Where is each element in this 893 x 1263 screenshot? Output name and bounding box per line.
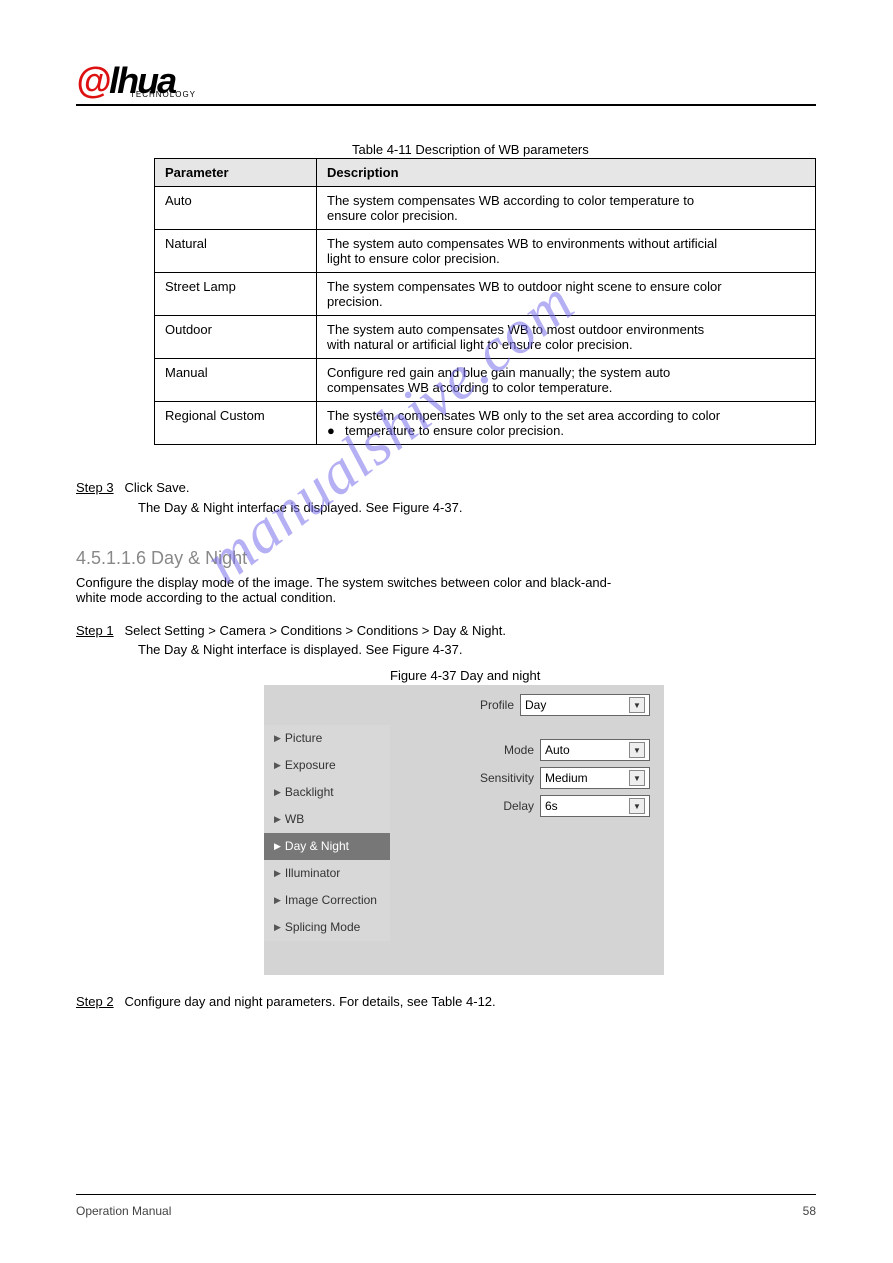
cell: The system auto compensates WB to most o… xyxy=(317,316,816,359)
table-row: OutdoorThe system auto compensates WB to… xyxy=(155,316,816,359)
sidebar-item-day-night[interactable]: ▶Day & Night xyxy=(264,833,390,860)
footer-left: Operation Manual xyxy=(76,1204,171,1218)
logo-a: @ xyxy=(76,60,109,101)
footer-rule xyxy=(76,1194,816,1195)
sidebar-item-illuminator[interactable]: ▶Illuminator xyxy=(264,860,390,887)
step-1: Step 1 Select Setting > Camera > Conditi… xyxy=(76,623,506,638)
cell: Configure red gain and blue gain manuall… xyxy=(317,359,816,402)
th-description: Description xyxy=(317,159,816,187)
sensitivity-label: Sensitivity xyxy=(480,771,534,785)
cell: Street Lamp xyxy=(155,273,317,316)
wb-params-table: Parameter Description AutoThe system com… xyxy=(154,158,816,445)
table-row: Street LampThe system compensates WB to … xyxy=(155,273,816,316)
mode-select[interactable]: Auto▼ xyxy=(540,739,650,761)
sidebar-item-backlight[interactable]: ▶Backlight xyxy=(264,779,390,806)
cell: The system compensates WB only to the se… xyxy=(317,402,816,445)
step-1-body: The Day & Night interface is displayed. … xyxy=(138,642,462,657)
chevron-down-icon: ▼ xyxy=(629,742,645,758)
sidebar: ▶Picture ▶Exposure ▶Backlight ▶WB ▶Day &… xyxy=(264,725,390,941)
footer-right: 58 xyxy=(803,1204,816,1218)
chevron-down-icon: ▼ xyxy=(629,770,645,786)
th-parameter: Parameter xyxy=(155,159,317,187)
profile-select[interactable]: Day▼ xyxy=(520,694,650,716)
step-3: Step 3 Click Save. xyxy=(76,480,189,495)
mode-label: Mode xyxy=(504,743,534,757)
cell: The system compensates WB to outdoor nig… xyxy=(317,273,816,316)
triangle-icon: ▶ xyxy=(274,841,281,852)
figure-caption: Figure 4-37 Day and night xyxy=(390,668,540,683)
panel-header-row: Profile Day▼ xyxy=(264,685,664,725)
triangle-icon: ▶ xyxy=(274,868,281,879)
cell: The system auto compensates WB to enviro… xyxy=(317,230,816,273)
cell: The system compensates WB according to c… xyxy=(317,187,816,230)
sensitivity-select[interactable]: Medium▼ xyxy=(540,767,650,789)
footer: Operation Manual 58 xyxy=(76,1204,816,1218)
cell: Manual xyxy=(155,359,317,402)
sidebar-item-picture[interactable]: ▶Picture xyxy=(264,725,390,752)
delay-label: Delay xyxy=(503,799,534,813)
table-row: Regional CustomThe system compensates WB… xyxy=(155,402,816,445)
sidebar-item-exposure[interactable]: ▶Exposure xyxy=(264,752,390,779)
fields-column: Mode Auto▼ Sensitivity Medium▼ Delay 6s▼ xyxy=(390,725,664,941)
chevron-down-icon: ▼ xyxy=(629,798,645,814)
logo-subtitle: TECHNOLOGY xyxy=(130,90,196,99)
delay-select[interactable]: 6s▼ xyxy=(540,795,650,817)
table-row: NaturalThe system auto compensates WB to… xyxy=(155,230,816,273)
table-row: AutoThe system compensates WB according … xyxy=(155,187,816,230)
triangle-icon: ▶ xyxy=(274,760,281,771)
triangle-icon: ▶ xyxy=(274,733,281,744)
table-row: ManualConfigure red gain and blue gain m… xyxy=(155,359,816,402)
panel-content: ▶Picture ▶Exposure ▶Backlight ▶WB ▶Day &… xyxy=(264,725,664,941)
step-3-body: The Day & Night interface is displayed. … xyxy=(138,500,462,515)
settings-panel: Profile Day▼ ▶Picture ▶Exposure ▶Backlig… xyxy=(264,685,664,975)
cell: Outdoor xyxy=(155,316,317,359)
cell: Auto xyxy=(155,187,317,230)
section-intro: Configure the display mode of the image.… xyxy=(76,575,816,605)
sidebar-item-wb[interactable]: ▶WB xyxy=(264,806,390,833)
page: @lhua TECHNOLOGY Table 4-11 Description … xyxy=(0,0,893,1263)
step-2: Step 2 Configure day and night parameter… xyxy=(76,994,496,1009)
header-rule xyxy=(76,104,816,106)
profile-label: Profile xyxy=(480,698,514,712)
triangle-icon: ▶ xyxy=(274,787,281,798)
table-caption: Table 4-11 Description of WB parameters xyxy=(352,142,589,157)
cell: Regional Custom xyxy=(155,402,317,445)
triangle-icon: ▶ xyxy=(274,922,281,933)
sidebar-item-image-correction[interactable]: ▶Image Correction xyxy=(264,887,390,914)
chevron-down-icon: ▼ xyxy=(629,697,645,713)
triangle-icon: ▶ xyxy=(274,814,281,825)
sidebar-item-splicing-mode[interactable]: ▶Splicing Mode xyxy=(264,914,390,941)
triangle-icon: ▶ xyxy=(274,895,281,906)
cell: Natural xyxy=(155,230,317,273)
section-heading: 4.5.1.1.6 Day & Night xyxy=(76,548,247,569)
